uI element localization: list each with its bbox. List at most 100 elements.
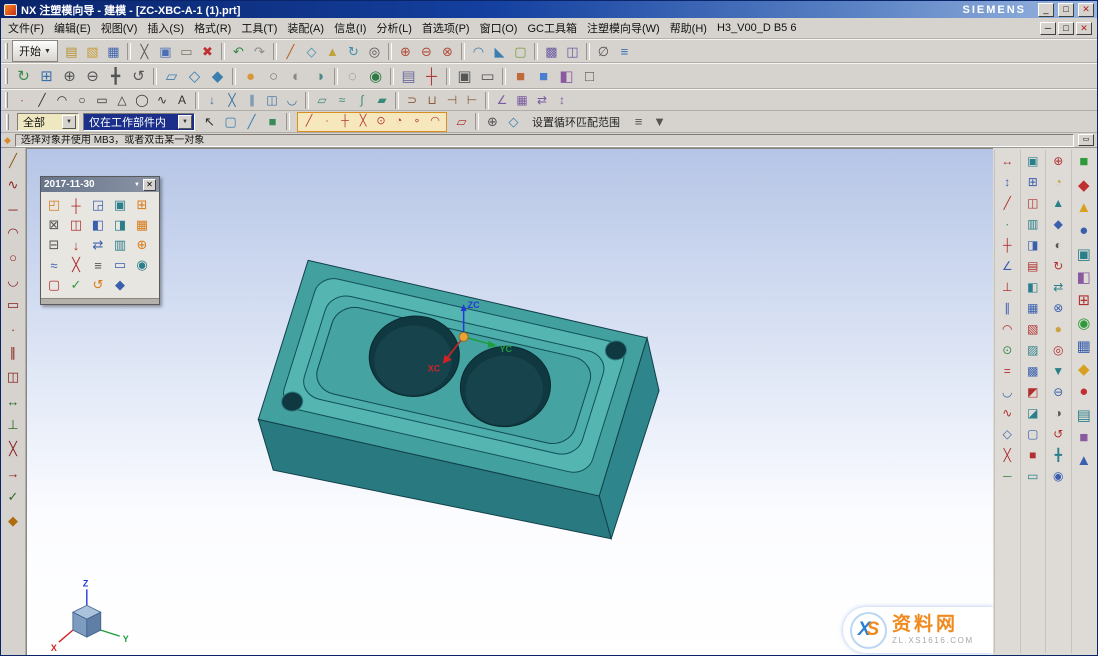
- edge-blend-icon[interactable]: ◠: [468, 41, 489, 61]
- sketch-point-icon[interactable]: ∙: [995, 213, 1020, 234]
- mw-cavity-icon[interactable]: ◨: [109, 215, 131, 235]
- fit-view-icon[interactable]: ⊞: [35, 65, 58, 87]
- slab-icon[interactable]: ▭: [1021, 465, 1046, 486]
- zoom-in-icon[interactable]: ⊕: [58, 65, 81, 87]
- spline-icon[interactable]: ∿: [152, 91, 172, 109]
- profile-icon[interactable]: ∿: [2, 175, 24, 195]
- mw-ejector-icon[interactable]: ↓: [65, 235, 87, 255]
- rows-teal-icon[interactable]: ▤: [1072, 403, 1097, 426]
- menu-gc-toolbox[interactable]: GC工具箱: [522, 18, 582, 38]
- perpendicular-icon[interactable]: ⊥: [995, 276, 1020, 297]
- layer-settings-icon[interactable]: ▤: [397, 65, 420, 87]
- ring-green-icon[interactable]: ◉: [1072, 311, 1097, 334]
- solid-purple-icon[interactable]: ■: [1072, 426, 1097, 449]
- open-icon[interactable]: ▧: [82, 41, 103, 61]
- line-icon[interactable]: ╱: [32, 91, 52, 109]
- part-green-icon[interactable]: ■: [1072, 150, 1097, 173]
- viewport-3d[interactable]: ZC YC XC Z X Y: [26, 148, 993, 655]
- project-curve-icon[interactable]: ↓: [202, 91, 222, 109]
- palette-titlebar[interactable]: 2017-11-30 ▼ ✕: [41, 177, 159, 192]
- mirror-feature-icon[interactable]: ⇄: [532, 91, 552, 109]
- select-edge-icon[interactable]: ╱: [241, 112, 262, 132]
- orient-view-icon[interactable]: ◇: [503, 112, 524, 132]
- mold-plate-model[interactable]: [258, 260, 659, 538]
- chevron-down-icon[interactable]: ▼: [62, 115, 76, 129]
- angle-icon[interactable]: ∠: [995, 255, 1020, 276]
- half-circle2-icon[interactable]: ◑: [1046, 402, 1071, 423]
- intersect-curve-icon[interactable]: ╳: [222, 91, 242, 109]
- line-tool-icon[interactable]: ─: [2, 199, 24, 219]
- polygon-icon[interactable]: △: [112, 91, 132, 109]
- mw-cooling-icon[interactable]: ≈: [43, 255, 65, 275]
- mw-bom-icon[interactable]: ≡: [87, 255, 109, 275]
- toolbar-grip[interactable]: [5, 43, 8, 59]
- ring-icon[interactable]: ◉: [1046, 465, 1071, 486]
- part-purple-icon[interactable]: ◧: [1072, 265, 1097, 288]
- selbar-menu-icon[interactable]: ≡: [628, 112, 649, 132]
- datum-plane-icon[interactable]: ◇: [301, 41, 322, 61]
- select-face-icon[interactable]: ▢: [220, 112, 241, 132]
- palette-resize-handle[interactable]: [41, 298, 159, 304]
- extrude-icon[interactable]: ▲: [322, 41, 343, 61]
- offset-curve-icon[interactable]: ∥: [242, 91, 262, 109]
- mw-cavity-layout-icon[interactable]: ⊞: [131, 195, 153, 215]
- thicken-icon[interactable]: ⊔: [422, 91, 442, 109]
- menu-analysis[interactable]: 分析(L): [371, 18, 416, 38]
- circle-small-icon[interactable]: ⊙: [995, 339, 1020, 360]
- toolbar-grip[interactable]: [6, 114, 9, 130]
- subtract-icon[interactable]: ⊖: [416, 41, 437, 61]
- rotate-ccw-icon[interactable]: ↺: [1046, 423, 1071, 444]
- dot-icon[interactable]: ●: [1046, 318, 1071, 339]
- refresh-icon[interactable]: ↻: [12, 65, 35, 87]
- mw-swap-icon[interactable]: ↺: [87, 275, 109, 295]
- mw-core-icon[interactable]: ◧: [87, 215, 109, 235]
- show-icon[interactable]: ◉: [364, 65, 387, 87]
- mw-check-icon[interactable]: ✓: [65, 275, 87, 295]
- copy-icon[interactable]: ▣: [155, 41, 176, 61]
- constraint-tool-icon[interactable]: ⊥: [2, 415, 24, 435]
- unite-icon[interactable]: ⊕: [395, 41, 416, 61]
- hide-icon[interactable]: ◌: [341, 65, 364, 87]
- n-sided-icon[interactable]: ▰: [372, 91, 392, 109]
- point-icon[interactable]: ∙: [12, 91, 32, 109]
- prompt-expand-button[interactable]: ▭: [1078, 134, 1094, 146]
- snap-point-on-face-icon[interactable]: ▱: [451, 112, 472, 132]
- pan-icon[interactable]: ╋: [104, 65, 127, 87]
- mw-mold-tools-icon[interactable]: ⊠: [43, 215, 65, 235]
- swap-icon[interactable]: ⇄: [1046, 276, 1071, 297]
- equal-icon[interactable]: =: [995, 360, 1020, 381]
- snap-point-on-curve-icon[interactable]: ◠: [426, 113, 444, 130]
- part-blue-icon[interactable]: ●: [1072, 219, 1097, 242]
- type-filter-combo[interactable]: 全部 ▼: [17, 113, 79, 131]
- front-view-icon[interactable]: ▱: [160, 65, 183, 87]
- grid-blue-icon[interactable]: ▦: [1072, 334, 1097, 357]
- sketch-icon[interactable]: ╱: [280, 41, 301, 61]
- toolbar-grip[interactable]: [5, 92, 8, 108]
- selection-scope-combo[interactable]: 仅在工作部件内 ▼: [83, 113, 195, 131]
- offset-tool-icon[interactable]: ∥: [2, 343, 24, 363]
- cut-icon[interactable]: ╳: [134, 41, 155, 61]
- dot-red-icon[interactable]: ●: [1072, 380, 1097, 403]
- bridge-curve-icon[interactable]: ◡: [282, 91, 302, 109]
- through-curves-icon[interactable]: ≈: [332, 91, 352, 109]
- check-tool-icon[interactable]: ✓: [2, 487, 24, 507]
- dimension-tool-icon[interactable]: ↔: [2, 391, 24, 411]
- target-icon[interactable]: ◎: [1046, 339, 1071, 360]
- mw-moldbase-icon[interactable]: ▦: [131, 215, 153, 235]
- snap-control-point-icon[interactable]: ┼: [336, 113, 354, 130]
- point-tool-icon[interactable]: ∙: [2, 319, 24, 339]
- corner-tl-icon[interactable]: ◩: [1021, 381, 1046, 402]
- rotate-cw-icon[interactable]: ↻: [1046, 255, 1071, 276]
- gem-yellow-icon[interactable]: ◆: [1072, 357, 1097, 380]
- dash-icon[interactable]: ─: [995, 465, 1020, 486]
- mirror-icon[interactable]: ◫: [562, 41, 583, 61]
- mw-view-manager-icon[interactable]: ◉: [131, 255, 153, 275]
- mirror-tool-icon[interactable]: ◫: [2, 367, 24, 387]
- chevron-down-icon[interactable]: ▼: [134, 182, 140, 188]
- diamond-small-icon[interactable]: ◇: [995, 423, 1020, 444]
- part-teal-icon[interactable]: ▣: [1072, 242, 1097, 265]
- edit-display-icon[interactable]: ■: [509, 65, 532, 87]
- pattern-icon[interactable]: ▩: [541, 41, 562, 61]
- window-icon[interactable]: ▭: [476, 65, 499, 87]
- delete-icon[interactable]: ✖: [197, 41, 218, 61]
